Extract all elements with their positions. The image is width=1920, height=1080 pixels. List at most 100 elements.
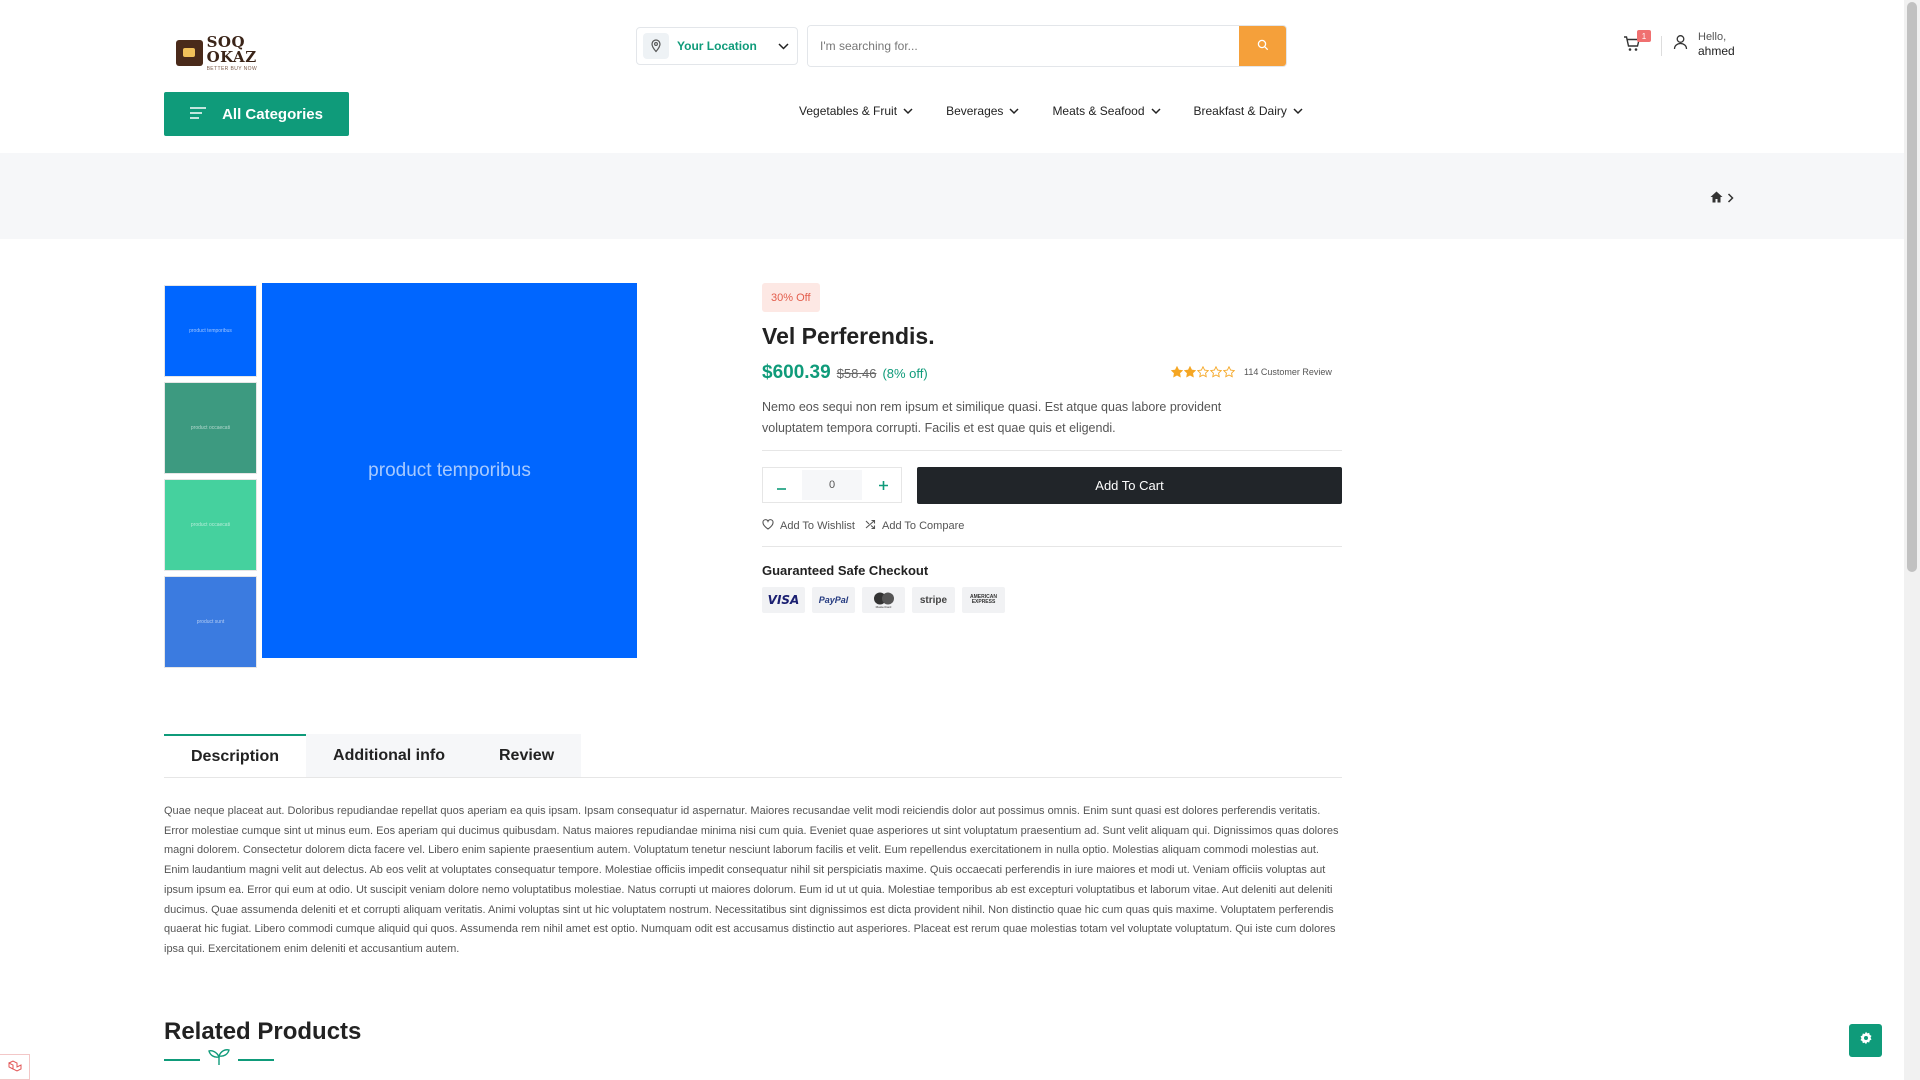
chevron-down-icon: [1009, 104, 1019, 118]
all-categories-button[interactable]: All Categories: [164, 92, 349, 136]
mastercard-icon: MasterCard: [862, 587, 905, 613]
product-thumbnail[interactable]: product temporibus: [164, 285, 257, 377]
logo-mark-icon: [176, 40, 203, 66]
user-name: ahmed: [1698, 44, 1735, 59]
rating-stars: [1171, 366, 1235, 378]
nav-label: Vegetables & Fruit: [799, 104, 898, 118]
product-tabs: Description Additional info Review: [164, 734, 582, 777]
location-selector[interactable]: Your Location: [636, 27, 798, 65]
product-actions: Add To Wishlist Add To Compare: [762, 519, 964, 533]
thumbnail-label: product occaecati: [190, 522, 231, 528]
product-thumbnail[interactable]: product occaecati: [164, 382, 257, 474]
header-divider: [1661, 36, 1662, 56]
minus-icon: [776, 477, 786, 494]
settings-button[interactable]: [1849, 1024, 1882, 1057]
user-account[interactable]: Hello, ahmed: [1673, 30, 1735, 60]
product-long-description: Quae neque placeat aut. Doloribus repudi…: [164, 805, 1339, 955]
plus-icon: [878, 477, 888, 494]
divider-line: [164, 1058, 200, 1061]
divider-line: [238, 1058, 274, 1061]
laravel-icon[interactable]: [0, 1054, 30, 1080]
related-products-title: Related Products: [164, 1018, 362, 1045]
thumbnail-label: product sunt: [196, 619, 225, 625]
quantity-stepper: [762, 467, 902, 503]
product-main-image[interactable]: product temporibus: [262, 283, 637, 658]
nav-label: Beverages: [946, 104, 1004, 118]
star-filled-icon: [1184, 366, 1196, 378]
product-short-description: Nemo eos sequi non rem ipsum et similiqu…: [762, 400, 1222, 435]
user-greeting: Hello,: [1698, 31, 1727, 43]
stripe-icon: stripe: [912, 587, 955, 613]
wishlist-label: Add To Wishlist: [780, 520, 855, 532]
cart-count-badge: 1: [1637, 30, 1651, 42]
checkout-title: Guaranteed Safe Checkout: [762, 563, 929, 578]
nav-label: Meats & Seafood: [1052, 104, 1145, 118]
cart-button[interactable]: 1: [1622, 30, 1651, 58]
nav-item-beverages[interactable]: Beverages: [946, 104, 1019, 118]
payment-methods: VISA PayPal MasterCard stripe AMERICAN E…: [762, 587, 1005, 613]
location-label: Your Location: [677, 39, 757, 53]
star-empty-icon: [1197, 366, 1209, 378]
section-divider: [164, 1048, 274, 1071]
product-thumbnail[interactable]: product sunt: [164, 576, 257, 668]
chevron-down-icon: [903, 104, 913, 118]
cart-icon: [1622, 36, 1642, 58]
site-logo[interactable]: SOQ OKAZ BETTER BUY NOW: [176, 30, 296, 76]
tab-additional-info[interactable]: Additional info: [306, 734, 472, 777]
shuffle-icon: [865, 519, 876, 533]
divider: [762, 450, 1342, 451]
leaf-icon: [208, 1048, 230, 1071]
chevron-right-icon: [1727, 190, 1734, 208]
add-to-compare-button[interactable]: Add To Compare: [865, 519, 964, 533]
heart-icon: [762, 519, 774, 533]
main-nav: Vegetables & Fruit Beverages Meats & Sea…: [799, 104, 1303, 118]
product-old-price: $58.46: [836, 366, 877, 381]
product-off-percent: (8% off): [882, 366, 928, 381]
nav-item-vegetables-fruit[interactable]: Vegetables & Fruit: [799, 104, 913, 118]
tabs-divider: [164, 777, 1342, 778]
search-button[interactable]: [1239, 26, 1286, 66]
menu-lines-icon: [190, 106, 207, 123]
nav-item-breakfast-dairy[interactable]: Breakfast & Dairy: [1194, 104, 1303, 118]
compare-label: Add To Compare: [882, 520, 965, 532]
review-count[interactable]: 114 Customer Review: [1244, 367, 1332, 377]
tab-review[interactable]: Review: [472, 734, 581, 777]
all-categories-label: All Categories: [222, 105, 323, 123]
breadcrumb-band: [0, 153, 1904, 239]
divider: [762, 546, 1342, 547]
main-image-label: product temporibus: [368, 459, 531, 481]
breadcrumb: [1710, 190, 1734, 208]
product-thumbnail[interactable]: product occaecati: [164, 479, 257, 571]
chevron-down-icon: [778, 37, 789, 55]
home-icon[interactable]: [1710, 190, 1723, 208]
quantity-input[interactable]: [802, 470, 862, 500]
discount-badge: 30% Off: [762, 283, 820, 312]
thumbnail-label: product temporibus: [189, 328, 232, 334]
star-empty-icon: [1210, 366, 1222, 378]
page-scrollbar[interactable]: [1904, 0, 1920, 1080]
star-filled-icon: [1171, 366, 1183, 378]
add-to-cart-button[interactable]: Add To Cart: [917, 467, 1342, 504]
scrollbar-thumb[interactable]: [1907, 2, 1917, 572]
american-express-icon: AMERICAN EXPRESS: [962, 587, 1005, 613]
chevron-down-icon: [1293, 104, 1303, 118]
search-icon: [1257, 39, 1269, 54]
nav-item-meats-seafood[interactable]: Meats & Seafood: [1052, 104, 1161, 118]
tab-description[interactable]: Description: [164, 734, 307, 777]
quantity-increase-button[interactable]: [868, 470, 898, 500]
logo-name: SOQ OKAZ: [206, 32, 257, 66]
price-row: $600.39 $58.46 (8% off): [762, 362, 928, 384]
thumbnail-label: product occaecati: [190, 425, 231, 431]
logo-tagline: BETTER BUY NOW: [206, 65, 258, 72]
chevron-down-icon: [1150, 104, 1161, 118]
visa-card-icon: VISA: [762, 587, 805, 613]
paypal-icon: PayPal: [812, 587, 855, 613]
search-input[interactable]: [808, 26, 1239, 66]
user-icon: [1673, 34, 1688, 55]
add-to-wishlist-button[interactable]: Add To Wishlist: [762, 519, 855, 533]
search-bar: [807, 25, 1287, 67]
location-pin-icon: [643, 33, 669, 59]
quantity-decrease-button[interactable]: [766, 470, 796, 500]
product-price: $600.39: [762, 362, 831, 383]
star-empty-icon: [1223, 366, 1235, 378]
